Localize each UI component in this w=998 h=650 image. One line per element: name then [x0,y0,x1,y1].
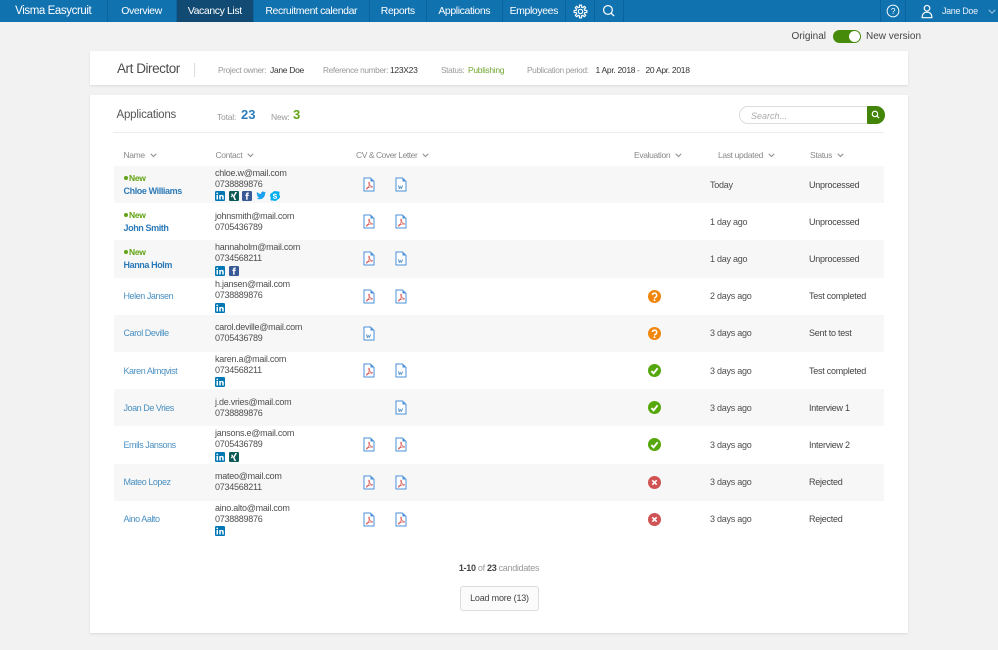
svg-text:?: ? [891,6,896,16]
